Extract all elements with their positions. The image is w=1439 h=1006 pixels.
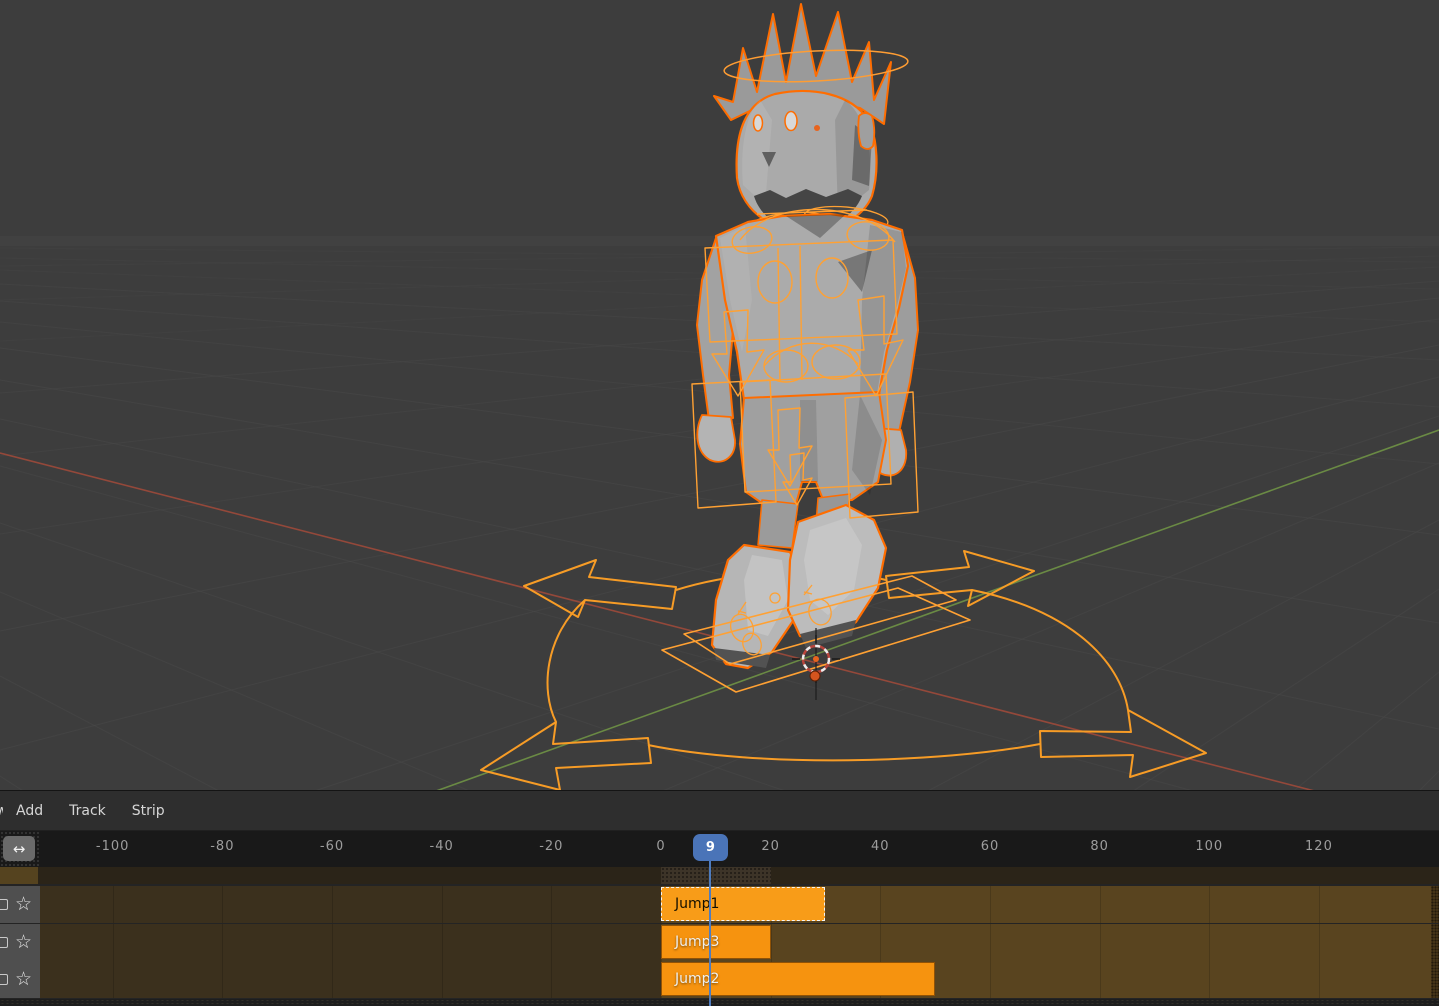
nla-summary-track[interactable]	[0, 867, 1439, 884]
ruler-tick-label: 100	[1195, 839, 1223, 854]
solo-star-icon[interactable]: ☆	[15, 970, 32, 989]
frame-gridline	[990, 961, 991, 998]
summary-left-block	[0, 867, 38, 884]
ruler-tick-label: -40	[430, 839, 454, 854]
nla-strip[interactable]: Jump2	[661, 962, 935, 996]
ruler-tick-label: -80	[210, 839, 234, 854]
frame-gridline	[551, 961, 552, 998]
ruler-tick-label: 40	[871, 839, 890, 854]
frame-gridline	[1100, 924, 1101, 961]
ruler-tick-label: 120	[1305, 839, 1333, 854]
playhead-line[interactable]	[709, 861, 712, 1006]
frame-gridline	[771, 924, 772, 961]
frame-gridline	[332, 886, 333, 923]
track-action-range	[661, 924, 1439, 961]
nla-track-row: ☆ Jump3	[0, 924, 1439, 961]
frame-gridline	[990, 924, 991, 961]
track-strip-area[interactable]: Jump3	[40, 924, 1439, 961]
track-header[interactable]: ☆	[0, 924, 40, 961]
frame-gridline	[332, 924, 333, 961]
track-strip-area[interactable]: Jump2	[40, 961, 1439, 998]
pan-icon: ↔	[13, 840, 26, 858]
frame-gridline	[442, 924, 443, 961]
frame-gridline	[113, 886, 114, 923]
nla-strip[interactable]: Jump1	[661, 887, 825, 921]
frame-gridline	[442, 961, 443, 998]
track-checkbox-icon[interactable]	[0, 899, 8, 910]
cheek-bone-dot	[814, 125, 820, 131]
track-checkbox-icon[interactable]	[0, 974, 8, 985]
ruler-tick-label: 80	[1090, 839, 1109, 854]
menu-item-strip[interactable]: Strip	[119, 803, 178, 819]
menu-item-track[interactable]: Track	[56, 803, 119, 819]
vertical-scrollbar-band[interactable]	[1431, 886, 1439, 923]
frame-gridline	[880, 924, 881, 961]
nla-editor: w Add Track Strip ↔ -100 -80 -60 -40 -20 0 20 4…	[0, 791, 1439, 1006]
frame-gridline	[551, 924, 552, 961]
frame-gridline	[332, 961, 333, 998]
frame-gridline	[1100, 886, 1101, 923]
frame-gridline	[1209, 924, 1210, 961]
frame-gridline	[1209, 886, 1210, 923]
3d-viewport[interactable]	[0, 0, 1439, 791]
ruler-tick-label: -20	[539, 839, 563, 854]
blender-window: w Add Track Strip ↔ -100 -80 -60 -40 -20 0 20 4…	[0, 0, 1439, 1006]
viewport-canvas	[0, 0, 1439, 790]
vertical-scrollbar-band[interactable]	[1431, 924, 1439, 961]
left-leg	[758, 500, 798, 548]
frame-gridline	[113, 961, 114, 998]
frame-gridline	[1319, 924, 1320, 961]
frame-gridline	[222, 961, 223, 998]
left-hand	[697, 415, 735, 462]
ruler-tick-label: 0	[656, 839, 665, 854]
track-header[interactable]: ☆	[0, 961, 40, 998]
frame-gridline	[1100, 961, 1101, 998]
frame-gridline	[113, 924, 114, 961]
ruler-tick-label: -100	[96, 839, 130, 854]
track-strip-area[interactable]: Jump1	[40, 886, 1439, 923]
frame-gridline	[222, 924, 223, 961]
ruler-tick-label: 60	[981, 839, 1000, 854]
nla-bottom-band	[0, 999, 1439, 1006]
solo-star-icon[interactable]: ☆	[15, 895, 32, 914]
track-checkbox-icon[interactable]	[0, 937, 8, 948]
nla-track-row: ☆ Jump1	[0, 886, 1439, 923]
frame-gridline	[442, 886, 443, 923]
frame-gridline	[1209, 961, 1210, 998]
pan-button[interactable]: ↔	[3, 836, 35, 861]
frame-gridline	[551, 886, 552, 923]
frame-gridline	[222, 886, 223, 923]
nla-ruler[interactable]: ↔ -100 -80 -60 -40 -20 0 20 40 60 80 100 120 9	[0, 831, 1439, 867]
nla-strip[interactable]: Jump3	[661, 925, 771, 959]
vertical-scrollbar-band[interactable]	[1431, 961, 1439, 998]
right-ear	[858, 113, 874, 149]
nla-track-row: ☆ Jump2	[0, 961, 1439, 998]
ruler-tick-label: -60	[320, 839, 344, 854]
left-eye	[754, 115, 763, 131]
bone-origin-ball	[810, 671, 820, 681]
ruler-tick-label: 20	[761, 839, 780, 854]
frame-gridline	[880, 886, 881, 923]
menu-item-add[interactable]: Add	[3, 803, 56, 819]
frame-gridline	[1319, 961, 1320, 998]
right-eye	[785, 112, 797, 131]
nla-menubar: w Add Track Strip	[0, 791, 1439, 831]
current-frame-badge[interactable]: 9	[693, 834, 728, 861]
summary-strip-range	[661, 867, 771, 884]
frame-gridline	[1319, 886, 1320, 923]
solo-star-icon[interactable]: ☆	[15, 933, 32, 952]
frame-gridline	[990, 886, 991, 923]
track-header[interactable]: ☆	[0, 886, 40, 923]
